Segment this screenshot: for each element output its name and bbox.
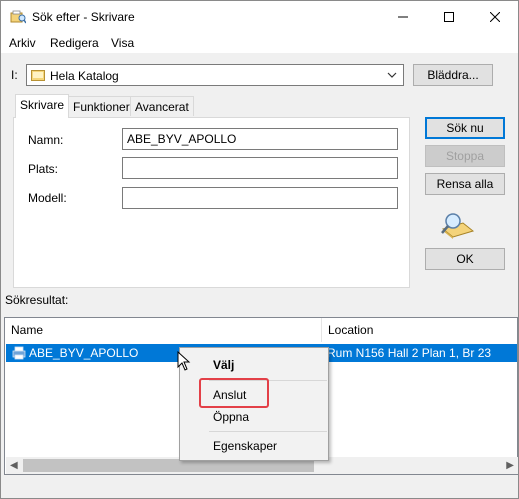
menu-bar: Arkiv Redigera Visa [1, 33, 518, 53]
directory-icon [31, 70, 45, 81]
maximize-icon [444, 12, 454, 22]
search-now-button[interactable]: Sök nu [425, 117, 505, 139]
column-header-location[interactable]: Location [322, 318, 518, 342]
location-label: I: [11, 68, 18, 82]
maximize-button[interactable] [426, 1, 472, 33]
location-field[interactable] [122, 157, 398, 179]
tab-skrivare[interactable]: Skrivare [15, 94, 70, 118]
name-label: Namn: [28, 133, 64, 147]
printer-icon [12, 346, 26, 360]
context-item-egenskaper[interactable]: Egenskaper [213, 439, 277, 453]
close-button[interactable] [472, 1, 518, 33]
results-label: Sökresultat: [5, 293, 69, 307]
result-name: ABE_BYV_APOLLO [29, 346, 139, 360]
window-title: Sök efter - Skrivare [32, 10, 135, 24]
context-separator [209, 431, 327, 432]
stop-button[interactable]: Stoppa [425, 145, 505, 167]
menu-item-redigera[interactable]: Redigera [50, 36, 99, 50]
scroll-left-icon[interactable]: ◀ [10, 460, 18, 471]
location-dropdown[interactable]: Hela Katalog [26, 64, 404, 86]
title-bar: Sök efter - Skrivare [1, 1, 518, 33]
close-icon [490, 12, 500, 22]
mouse-cursor-icon [177, 351, 191, 371]
menu-item-arkiv[interactable]: Arkiv [9, 36, 36, 50]
minimize-icon [398, 16, 408, 18]
location-field-label: Plats: [28, 162, 59, 176]
search-animation-icon [441, 213, 475, 239]
name-field[interactable]: ABE_BYV_APOLLO [122, 128, 398, 150]
tab-avancerat[interactable]: Avancerat [130, 96, 194, 116]
location-value: Hela Katalog [50, 69, 119, 83]
search-printer-icon [10, 10, 26, 24]
tab-funktioner[interactable]: Funktioner [68, 96, 135, 116]
context-item-valj[interactable]: Välj [213, 358, 234, 372]
minimize-button[interactable] [380, 1, 426, 33]
model-label: Modell: [28, 191, 67, 205]
chevron-down-icon [387, 72, 397, 78]
clear-all-button[interactable]: Rensa alla [425, 173, 505, 195]
column-header-name[interactable]: Name [5, 318, 321, 342]
highlight-annotation [199, 378, 269, 408]
search-printers-window: Sök efter - Skrivare Arkiv Redigera Visa… [0, 0, 519, 499]
model-field[interactable] [122, 187, 398, 209]
browse-button[interactable]: Bläddra... [413, 64, 493, 86]
menu-item-visa[interactable]: Visa [111, 36, 134, 50]
scroll-right-icon[interactable]: ▶ [506, 460, 514, 471]
result-location: Rum N156 Hall 2 Plan 1, Br 23 [327, 346, 492, 360]
context-item-oppna[interactable]: Öppna [213, 410, 249, 424]
ok-button[interactable]: OK [425, 248, 505, 270]
